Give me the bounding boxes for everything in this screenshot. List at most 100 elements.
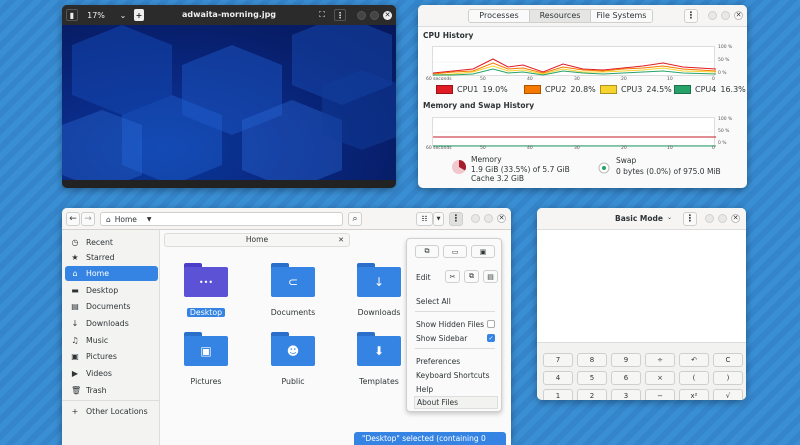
minimize-button[interactable]: [708, 11, 717, 20]
close-button[interactable]: ✕: [731, 214, 740, 223]
show-sidebar-item[interactable]: Show Sidebar: [416, 334, 467, 343]
key-15[interactable]: −: [645, 389, 675, 400]
close-button[interactable]: ✕: [734, 11, 743, 20]
path-dropdown-icon[interactable]: ▼: [147, 216, 152, 223]
sidebar-item-downloads[interactable]: ↓ Downloads: [65, 316, 158, 331]
key-10[interactable]: (: [679, 371, 709, 385]
sidebar-item-desktop[interactable]: ▬ Desktop: [65, 283, 158, 298]
path-bar[interactable]: ⌂ Home ▼: [100, 212, 343, 226]
key-4[interactable]: ↶: [679, 353, 709, 367]
maximize-button[interactable]: [484, 214, 493, 223]
tab-resources[interactable]: Resources: [530, 10, 591, 22]
key-9[interactable]: ×: [645, 371, 675, 385]
new-tab-icon[interactable]: ▭: [443, 245, 467, 258]
maximize-button[interactable]: [721, 11, 730, 20]
tab-file-systems[interactable]: File Systems: [591, 10, 652, 22]
folder-label[interactable]: Pictures: [166, 377, 246, 386]
show-sidebar-checkbox[interactable]: ✓: [487, 334, 495, 342]
folder-pictures[interactable]: ▣: [184, 332, 228, 366]
sidebar-item-videos[interactable]: ▶ Videos: [65, 366, 158, 381]
close-button[interactable]: ✕: [383, 11, 392, 20]
key-0[interactable]: 7: [543, 353, 573, 367]
sidebar-item-music[interactable]: ♫ Music: [65, 333, 158, 348]
maximize-button[interactable]: [718, 214, 727, 223]
show-hidden-files-item[interactable]: Show Hidden Files: [416, 320, 484, 329]
files-menu-icon[interactable]: ⋮: [449, 212, 463, 226]
back-arrow-icon[interactable]: ←: [66, 212, 80, 226]
paste-icon[interactable]: ▤: [483, 270, 498, 283]
minimize-button[interactable]: [471, 214, 480, 223]
key-11[interactable]: ): [713, 371, 743, 385]
key-6[interactable]: 4: [543, 371, 573, 385]
folder-documents[interactable]: ⊂: [271, 263, 315, 297]
copy-icon[interactable]: ⧉: [464, 270, 479, 283]
select-all-item[interactable]: Select All: [416, 297, 451, 306]
forward-arrow-icon[interactable]: →: [81, 212, 95, 226]
cut-icon[interactable]: ✂: [445, 270, 460, 283]
key-13[interactable]: 2: [577, 389, 607, 400]
cpu4-swatch[interactable]: [674, 85, 691, 94]
fullscreen-icon[interactable]: ⛶: [316, 9, 328, 21]
sidebar-item-recent[interactable]: ◷ Recent: [65, 235, 158, 250]
key-16[interactable]: x²: [679, 389, 709, 400]
key-12[interactable]: 1: [543, 389, 573, 400]
minimize-button[interactable]: [705, 214, 714, 223]
cpu3-swatch[interactable]: [600, 85, 617, 94]
sidebar-item-trash[interactable]: 🗑 Trash: [65, 383, 158, 398]
menu-separator: [415, 348, 495, 349]
maximize-button[interactable]: [370, 11, 379, 20]
sidebar-item-home[interactable]: ⌂ Home: [65, 266, 158, 281]
tab-processes[interactable]: Processes: [469, 10, 530, 22]
preferences-item[interactable]: Preferences: [416, 357, 460, 366]
help-item[interactable]: Help: [416, 385, 433, 394]
cpu2-swatch[interactable]: [524, 85, 541, 94]
swap-info: Swap 0 bytes (0.0%) of 975.0 MiB: [616, 155, 721, 177]
sysmon-menu-icon[interactable]: ⋮: [684, 9, 698, 23]
calc-menu-icon[interactable]: ⋮: [683, 212, 697, 226]
new-window-icon[interactable]: ⧉: [415, 245, 439, 258]
new-folder-icon[interactable]: ▣: [471, 245, 495, 258]
cpu4-label: CPU4: [695, 85, 717, 94]
view-dropdown-icon[interactable]: ▼: [433, 212, 444, 226]
folder-public[interactable]: ☻: [271, 332, 315, 366]
search-icon[interactable]: ⌕: [348, 212, 362, 226]
folder-desktop[interactable]: •••: [184, 263, 228, 297]
key-2[interactable]: 9: [611, 353, 641, 367]
key-8[interactable]: 6: [611, 371, 641, 385]
key-3[interactable]: ÷: [645, 353, 675, 367]
sidebar-item-starred[interactable]: ★ Starred: [65, 250, 158, 265]
list-view-icon[interactable]: ☷: [416, 212, 433, 226]
key-17[interactable]: √: [713, 389, 743, 400]
folder-label[interactable]: Public: [253, 377, 333, 386]
sidebar-item-other-locations[interactable]: + Other Locations: [65, 404, 158, 419]
key-14[interactable]: 3: [611, 389, 641, 400]
folder-label[interactable]: Documents: [253, 308, 333, 317]
folder-downloads[interactable]: ↓: [357, 263, 401, 297]
clock-icon: ◷: [71, 238, 79, 247]
viewer-menu-icon[interactable]: ⋮: [334, 9, 346, 21]
key-5[interactable]: C: [713, 353, 743, 367]
memory-pie-icon[interactable]: [451, 159, 467, 175]
cpu1-label: CPU1: [457, 85, 479, 94]
cpu-xtick: 0: [712, 77, 715, 82]
tab-close-icon[interactable]: ✕: [338, 234, 344, 246]
mode-selector[interactable]: Basic Mode ⌄: [615, 214, 672, 223]
sidebar-item-documents[interactable]: ▤ Documents: [65, 299, 158, 314]
cpu1-swatch[interactable]: [436, 85, 453, 94]
show-hidden-checkbox[interactable]: [487, 320, 495, 328]
about-files-item[interactable]: About Files: [414, 396, 498, 409]
sidebar-item-pictures[interactable]: ▣ Pictures: [65, 349, 158, 364]
key-7[interactable]: 5: [577, 371, 607, 385]
keyboard-shortcuts-item[interactable]: Keyboard Shortcuts: [416, 371, 490, 380]
key-1[interactable]: 8: [577, 353, 607, 367]
tab-home[interactable]: Home ✕: [164, 233, 350, 247]
close-button[interactable]: ✕: [497, 214, 506, 223]
swap-pie-icon[interactable]: [598, 162, 610, 174]
calc-display[interactable]: [537, 230, 746, 343]
folder-icon: ⊂: [271, 267, 315, 297]
minimize-button[interactable]: [357, 11, 366, 20]
trash-icon: 🗑: [71, 386, 82, 395]
folder-templates[interactable]: ⬇: [357, 332, 401, 366]
status-bar: "Desktop" selected (containing 0 items): [354, 432, 506, 445]
folder-label[interactable]: Desktop: [166, 308, 246, 317]
